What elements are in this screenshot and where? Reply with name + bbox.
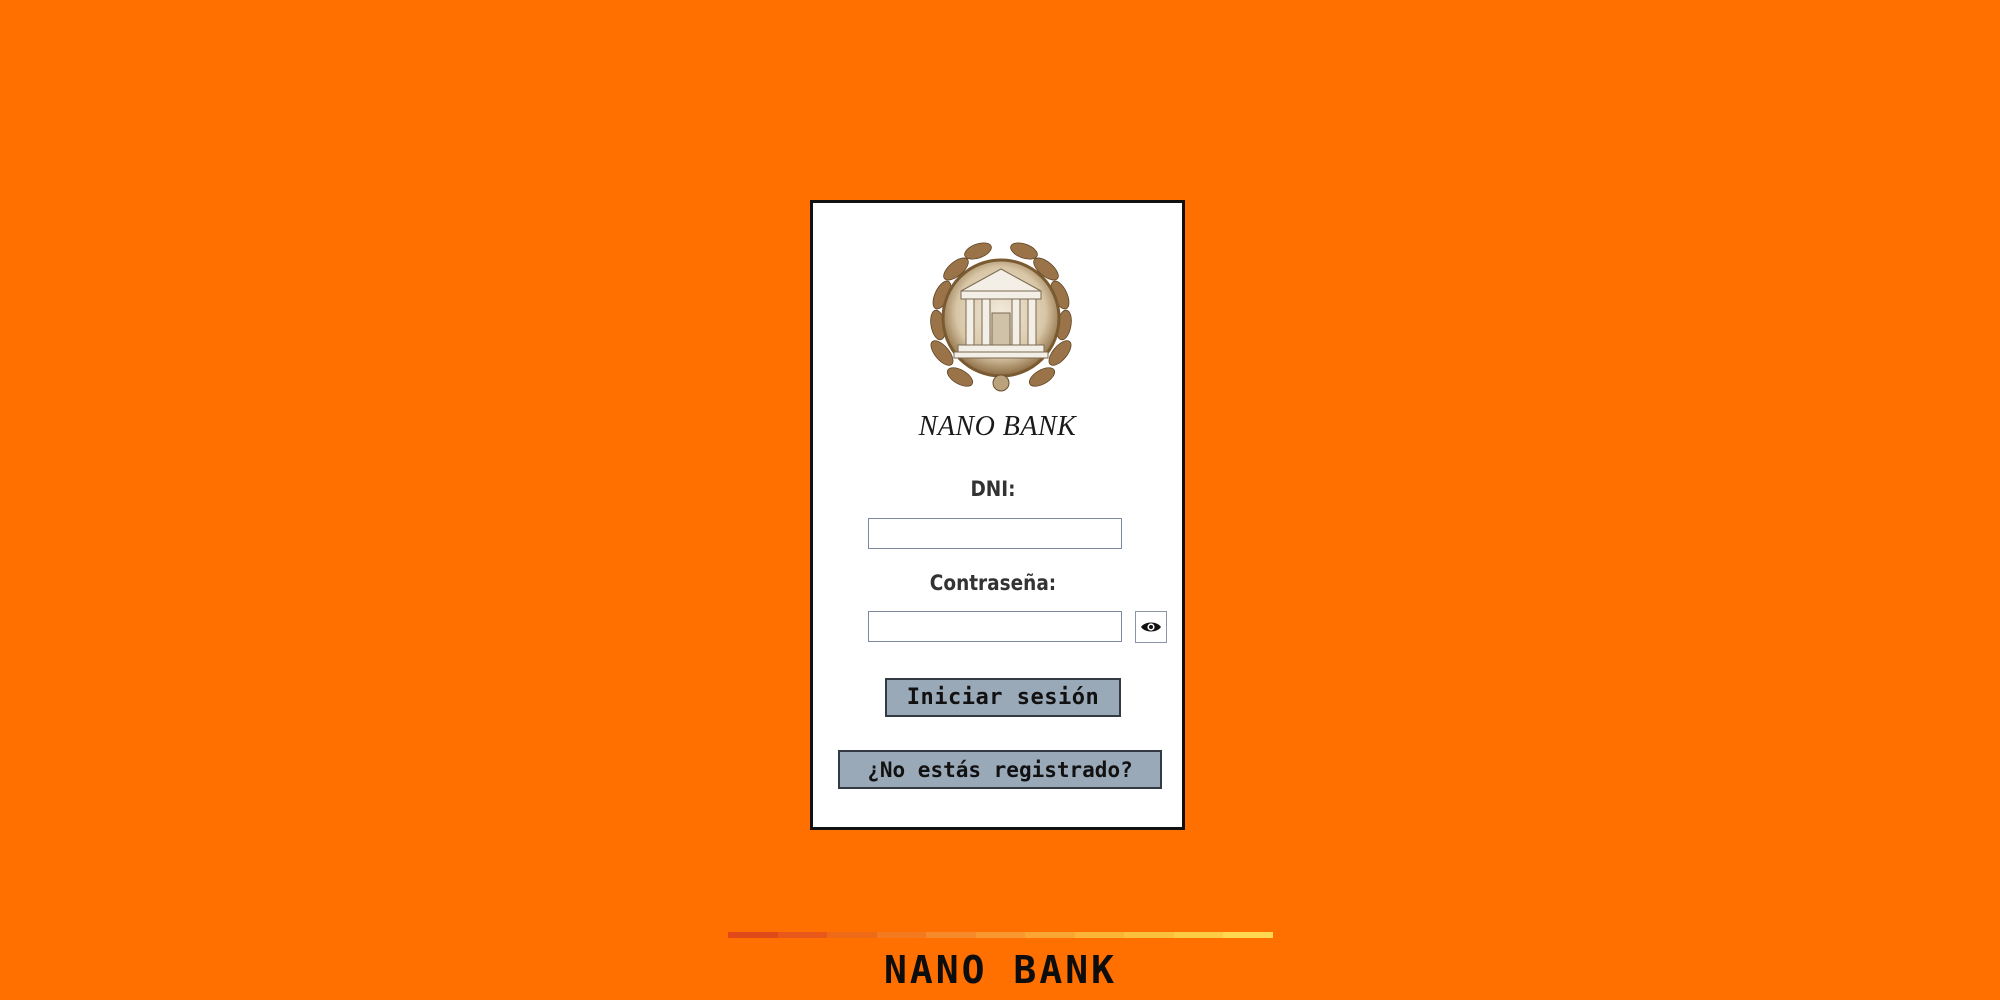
footer-gradient-segment	[975, 932, 1026, 938]
password-label: Contraseña:	[929, 571, 1057, 595]
password-input[interactable]	[868, 611, 1122, 642]
footer-gradient-segment	[1074, 932, 1125, 938]
footer-gradient-segment	[1025, 932, 1075, 938]
footer-gradient-segment	[876, 932, 927, 938]
dni-label: DNI:	[970, 477, 1016, 501]
eye-icon	[1141, 622, 1161, 632]
footer-gradient-bar	[728, 932, 1274, 938]
footer-gradient-segment	[1223, 932, 1274, 938]
footer-gradient-segment	[728, 932, 778, 938]
footer-gradient-segment	[926, 932, 976, 938]
login-button[interactable]: Iniciar sesión	[885, 678, 1121, 717]
show-password-button[interactable]	[1135, 611, 1167, 643]
login-card: NANO BANK DNI: Contraseña: Iniciar sesió…	[810, 200, 1185, 830]
footer-gradient-segment	[1124, 932, 1174, 938]
footer-gradient-segment	[1173, 932, 1224, 938]
login-screen: NANO BANK DNI: Contraseña: Iniciar sesió…	[0, 0, 2000, 1000]
footer-title: NANO BANK	[884, 948, 1117, 992]
bank-name-wordmark: NANO BANK	[918, 411, 1077, 442]
footer-gradient-segment	[777, 932, 828, 938]
bank-emblem-logo	[930, 242, 1072, 392]
footer-gradient-segment	[827, 932, 877, 938]
register-button[interactable]: ¿No estás registrado?	[838, 750, 1162, 789]
dni-input[interactable]	[868, 518, 1122, 549]
